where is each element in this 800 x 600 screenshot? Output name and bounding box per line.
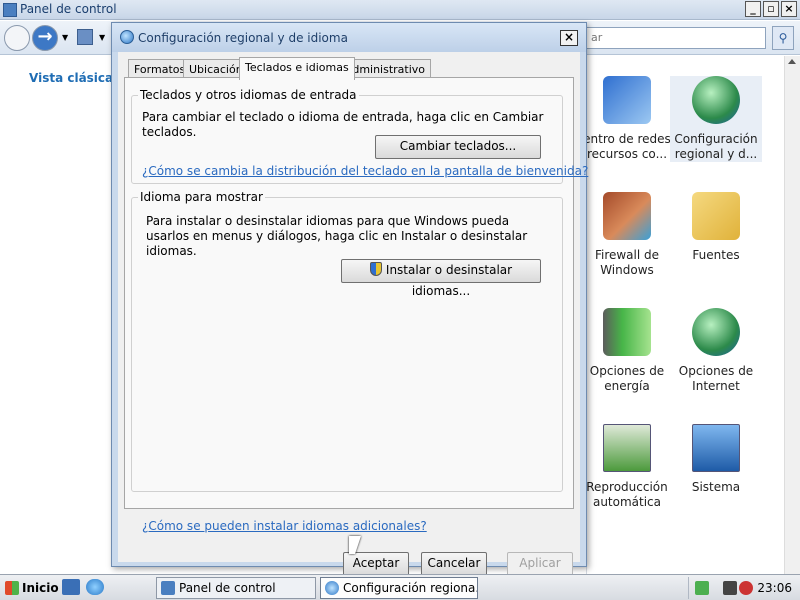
fonts-folder-icon: [692, 192, 740, 240]
control-panel-title: Panel de control: [20, 2, 117, 16]
security-alert-icon[interactable]: [723, 581, 737, 595]
volume-muted-icon[interactable]: [739, 581, 753, 595]
display-language-instructions: Para instalar o desinstalar idiomas para…: [146, 214, 528, 258]
display-language-legend: Idioma para mostrar: [140, 190, 263, 204]
regional-settings-item[interactable]: Configuración regional y d...: [670, 76, 762, 162]
start-button[interactable]: Inicio: [2, 577, 59, 599]
tab-formatos[interactable]: Formatos: [128, 59, 192, 79]
sidebar: Vista clásica: [0, 56, 115, 574]
classic-view-link[interactable]: Vista clásica: [29, 71, 113, 85]
firewall-item[interactable]: Firewall de Windows: [581, 192, 673, 278]
back-button[interactable]: [4, 25, 30, 51]
network-tray-icon[interactable]: [695, 581, 709, 595]
control-panel-icon: [161, 581, 175, 595]
additional-languages-help-link[interactable]: ¿Cómo se pueden instalar idiomas adicion…: [142, 519, 427, 533]
search-icon[interactable]: ⚲: [772, 26, 794, 50]
autoplay-icon: [603, 424, 651, 472]
mouse-cursor-icon: [349, 536, 361, 554]
fonts-item[interactable]: Fuentes: [670, 192, 762, 263]
forward-button[interactable]: →: [32, 25, 58, 51]
show-desktop-icon[interactable]: [62, 579, 80, 595]
regional-settings-globe-icon: [692, 76, 740, 124]
cancel-button[interactable]: Cancelar: [421, 552, 487, 576]
uac-shield-icon: [369, 262, 382, 276]
keyboard-layout-help-link[interactable]: ¿Cómo se cambia la distribución del tecl…: [142, 164, 588, 178]
internet-explorer-icon[interactable]: [86, 579, 104, 595]
control-panel-titlebar: Panel de control _ ▫ ×: [0, 0, 800, 20]
install-languages-button[interactable]: Instalar o desinstalar idiomas...: [341, 259, 541, 298]
scroll-up-icon[interactable]: [788, 59, 796, 64]
system-computer-icon: [692, 424, 740, 472]
clock[interactable]: 23:06: [757, 581, 792, 595]
minimize-button[interactable]: _: [745, 1, 761, 17]
taskbar: Inicio Panel de control Configuración re…: [0, 574, 800, 600]
regional-settings-dialog: Configuración regional y de idioma × For…: [111, 22, 588, 576]
internet-options-item[interactable]: Opciones de Internet: [670, 308, 762, 394]
power-options-item[interactable]: Opciones de energía: [581, 308, 673, 394]
close-button[interactable]: ×: [781, 1, 797, 17]
search-input[interactable]: ar: [586, 27, 766, 49]
keyboards-group-legend: Teclados y otros idiomas de entrada: [140, 88, 357, 102]
dialog-titlebar: Configuración regional y de idioma ×: [112, 23, 586, 52]
system-tray: 23:06: [688, 577, 798, 599]
globe-icon: [120, 30, 134, 44]
dialog-title: Configuración regional y de idioma: [138, 31, 348, 45]
maximize-button[interactable]: ▫: [763, 1, 779, 17]
control-panel-address-icon: [77, 29, 93, 45]
ok-button[interactable]: Aceptar: [343, 552, 409, 576]
system-item[interactable]: Sistema: [670, 424, 762, 495]
control-panel-icon: [3, 3, 17, 17]
start-label: Inicio: [22, 581, 59, 595]
autoplay-item[interactable]: Reproducción automática: [581, 424, 673, 510]
tab-page-keyboards-languages: Teclados y otros idiomas de entrada Para…: [124, 77, 588, 509]
dialog-body: Formatos Ubicación Teclados e idiomas Ad…: [118, 52, 588, 576]
taskbar-item-control-panel[interactable]: Panel de control: [156, 577, 316, 599]
apply-button[interactable]: Aplicar: [507, 552, 573, 576]
globe-icon: [325, 581, 339, 595]
address-dropdown-icon[interactable]: ▼: [99, 33, 105, 42]
windows-logo-icon: [5, 581, 19, 595]
dialog-close-button[interactable]: ×: [560, 30, 578, 46]
power-battery-icon: [603, 308, 651, 356]
recent-pages-dropdown-icon[interactable]: ▼: [62, 33, 68, 42]
control-panel-items: entro de redes recursos co... Configurac…: [583, 56, 800, 574]
network-center-icon: [603, 76, 651, 124]
internet-options-globe-icon: [692, 308, 740, 356]
tab-teclados-e-idiomas[interactable]: Teclados e idiomas: [239, 57, 355, 80]
change-keyboards-button[interactable]: Cambiar teclados...: [375, 135, 541, 159]
network-center-item[interactable]: entro de redes recursos co...: [581, 76, 673, 162]
firewall-brick-globe-icon: [603, 192, 651, 240]
taskbar-item-regional-settings[interactable]: Configuración regiona...: [320, 577, 478, 599]
vertical-scrollbar[interactable]: [784, 56, 800, 574]
